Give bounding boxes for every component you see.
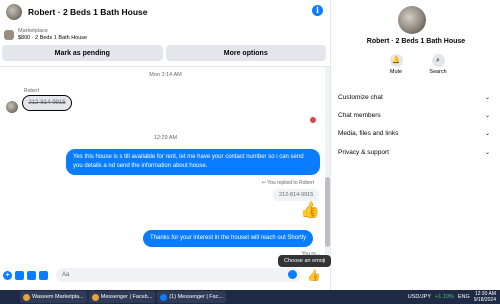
bell-icon: 🔔 <box>389 54 403 67</box>
reaction-icon[interactable] <box>309 116 317 124</box>
menu-item-label: Media, files and links <box>338 129 399 137</box>
system-tray: USD/JPY +1.10% ENG 12:30 AM 9/18/2024 <box>408 290 496 304</box>
avatar[interactable] <box>398 6 426 34</box>
listing-thumbnail <box>4 30 14 40</box>
marketplace-listing[interactable]: Marketplace $800 · 2 Beds 1 Bath House <box>0 26 331 44</box>
message-input[interactable]: Aa <box>56 268 301 282</box>
composer: + Aa 👍 <box>0 266 331 284</box>
info-icon[interactable]: i <box>312 5 323 16</box>
menu-customize-chat[interactable]: Customize chat ⌄ <box>338 89 490 105</box>
message-list: Mon 3:14 AM Robert 212-814-9915 12:29 AM… <box>0 67 331 262</box>
conversation-actions: 🔔 Mute ⌕ Search <box>382 54 452 75</box>
scroll-thumb[interactable] <box>325 177 330 247</box>
taskbar-item[interactable]: (1) Messenger | Fac... <box>157 291 227 303</box>
conversation-info-pane: Robert · 2 Beds 1 Bath House 🔔 Mute ⌕ Se… <box>332 0 500 290</box>
marketplace-label: Marketplace <box>18 28 48 34</box>
chevron-down-icon: ⌄ <box>484 94 490 101</box>
sticker-icon[interactable] <box>27 270 36 280</box>
menu-item-label: Privacy & support <box>338 148 389 156</box>
emoji-icon[interactable] <box>288 270 297 279</box>
scrollbar[interactable] <box>325 67 330 262</box>
mute-button[interactable]: 🔔 Mute <box>382 54 410 75</box>
timestamp: Mon 3:14 AM <box>149 72 182 78</box>
browser-icon <box>91 293 99 301</box>
message-input-placeholder: Aa <box>62 272 70 278</box>
timestamp: 12:29 AM <box>153 135 178 141</box>
incoming-message[interactable]: 212-814-9915 <box>22 95 72 111</box>
clock-date: 9/18/2024 <box>473 297 496 303</box>
quoted-message[interactable]: 212-814-9915 <box>273 189 320 201</box>
listing-actions: Mark as pending More options <box>2 45 326 61</box>
thumbs-up-icon: 👍 <box>300 202 320 219</box>
chat-pane: Robert · 2 Beds 1 Bath House i Marketpla… <box>0 0 332 290</box>
mark-as-pending-button[interactable]: Mark as pending <box>2 45 163 61</box>
image-icon[interactable] <box>15 270 24 280</box>
search-label: Search <box>429 69 447 75</box>
taskbar-item[interactable]: Waseem Marketpla... <box>20 291 87 303</box>
thumbs-up-icon[interactable]: 👍 <box>307 269 321 282</box>
listing-title: $800 · 2 Beds 1 Bath House <box>18 35 88 41</box>
menu-item-label: Customize chat <box>338 93 383 101</box>
outgoing-message[interactable]: Thanks for your interest in the houset w… <box>143 230 314 247</box>
more-options-button[interactable]: More options <box>165 45 326 61</box>
menu-chat-members[interactable]: Chat members ⌄ <box>338 107 490 123</box>
browser-icon <box>23 293 30 301</box>
taskbar-item-label: Waseem Marketpla... <box>32 294 84 300</box>
add-icon[interactable]: + <box>3 270 12 280</box>
chat-title[interactable]: Robert · 2 Beds 1 Bath House <box>28 7 148 17</box>
replied-label: ↩ You replied to Robert <box>261 180 314 186</box>
taskbar: Waseem Marketpla... Messenger | Faceb...… <box>0 290 500 304</box>
avatar[interactable] <box>6 4 22 20</box>
taskbar-item-label: (1) Messenger | Fac... <box>169 294 224 300</box>
taskbar-item[interactable]: Messenger | Faceb... <box>88 291 156 303</box>
language-indicator[interactable]: ENG <box>458 294 470 300</box>
sender-name: Robert <box>24 88 40 94</box>
menu-item-label: Chat members <box>338 111 381 119</box>
ticker[interactable]: USD/JPY <box>408 294 431 300</box>
outgoing-message[interactable]: Yes this house is s till available for r… <box>66 149 320 175</box>
browser-icon <box>160 293 168 301</box>
chevron-down-icon: ⌄ <box>484 112 490 119</box>
clock[interactable]: 12:30 AM 9/18/2024 <box>474 291 496 303</box>
taskbar-item-label: Messenger | Faceb... <box>100 294 153 300</box>
chevron-down-icon: ⌄ <box>484 149 490 156</box>
avatar <box>6 101 18 113</box>
menu-privacy-support[interactable]: Privacy & support ⌄ <box>338 144 490 160</box>
search-button[interactable]: ⌕ Search <box>424 54 452 75</box>
gif-icon[interactable] <box>39 270 48 280</box>
menu-media-files-links[interactable]: Media, files and links ⌄ <box>338 125 490 141</box>
mute-label: Mute <box>389 69 403 75</box>
ticker-change: +1.10% <box>435 294 454 300</box>
conversation-name: Robert · 2 Beds 1 Bath House <box>366 38 466 45</box>
search-icon: ⌕ <box>431 54 445 67</box>
chevron-down-icon: ⌄ <box>484 130 490 137</box>
chat-header: Robert · 2 Beds 1 Bath House i <box>0 0 331 24</box>
